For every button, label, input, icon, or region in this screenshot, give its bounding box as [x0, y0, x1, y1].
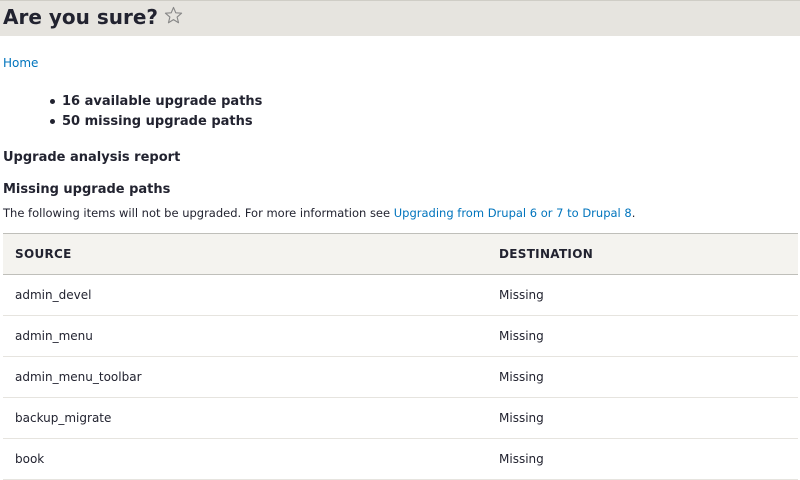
missing-paths-description: The following items will not be upgraded… — [3, 205, 635, 221]
destination-column-header: DESTINATION — [487, 233, 798, 275]
source-cell: backup_migrate — [15, 411, 112, 425]
info-text: The following items will not be upgraded… — [3, 206, 394, 220]
missing-paths-table: SOURCE DESTINATION admin_devel Missing a… — [3, 233, 798, 480]
destination-cell: Missing — [499, 329, 544, 343]
missing-paths-heading: Missing upgrade paths — [3, 182, 171, 197]
breadcrumb-home-link[interactable]: Home — [3, 56, 38, 70]
summary-missing-item: 50 missing upgrade paths — [48, 112, 262, 132]
table-row: book Missing — [3, 439, 798, 480]
info-end: . — [631, 206, 636, 220]
source-column-header: SOURCE — [3, 233, 487, 275]
breadcrumb: Home — [3, 55, 38, 71]
table-row: admin_menu_toolbar Missing — [3, 357, 798, 398]
bullet-icon — [50, 99, 55, 104]
destination-cell: Missing — [499, 452, 544, 466]
page-title: Are you sure? — [3, 5, 159, 29]
source-cell: admin_menu — [15, 329, 93, 343]
star-outline-icon[interactable] — [164, 6, 183, 25]
summary-available-text: 16 available upgrade paths — [62, 94, 263, 109]
source-cell: admin_devel — [15, 288, 92, 302]
destination-cell: Missing — [499, 370, 544, 384]
page-header: Are you sure? — [0, 0, 800, 36]
upgrade-docs-link[interactable]: Upgrading from Drupal 6 or 7 to Drupal 8 — [394, 206, 632, 220]
bullet-icon — [50, 119, 55, 124]
source-cell: admin_menu_toolbar — [15, 370, 142, 384]
table-row: admin_menu Missing — [3, 316, 798, 357]
destination-cell: Missing — [499, 411, 544, 425]
summary-available-item: 16 available upgrade paths — [48, 92, 262, 112]
table-header-row: SOURCE DESTINATION — [3, 233, 798, 275]
upgrade-summary-list: 16 available upgrade paths 50 missing up… — [48, 92, 262, 132]
summary-missing-text: 50 missing upgrade paths — [62, 114, 253, 129]
table-row: backup_migrate Missing — [3, 398, 798, 439]
table-row: admin_devel Missing — [3, 275, 798, 316]
source-cell: book — [15, 452, 45, 466]
report-heading: Upgrade analysis report — [3, 150, 181, 165]
destination-cell: Missing — [499, 288, 544, 302]
